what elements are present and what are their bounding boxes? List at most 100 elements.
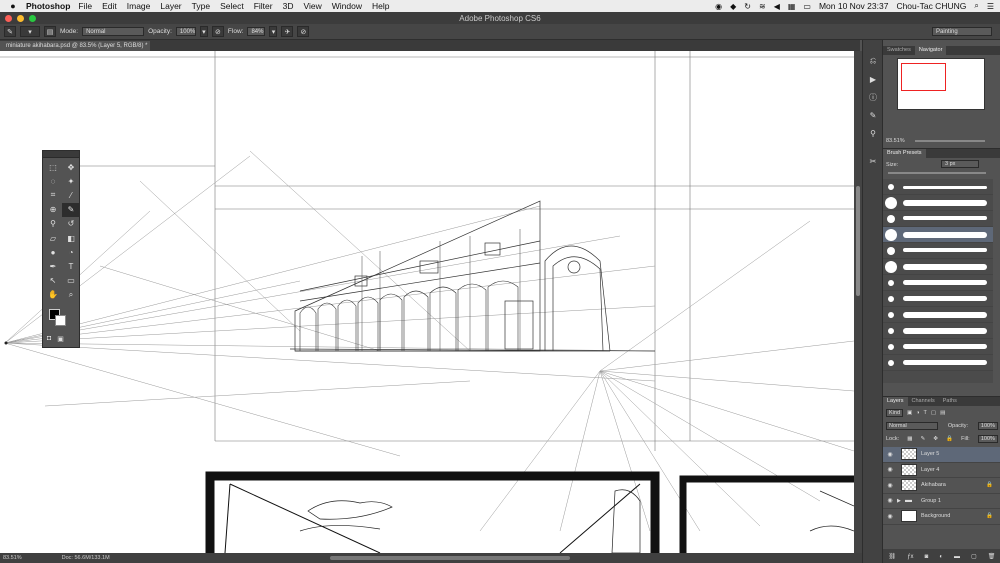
scrollbar-thumb[interactable] [856, 186, 860, 296]
horizontal-scrollbar[interactable] [330, 556, 570, 560]
brush-size-slider[interactable] [888, 172, 986, 174]
eraser-tool-icon[interactable]: ▱ [44, 231, 62, 245]
layer-row[interactable]: ◉ Layer 4 [883, 463, 1000, 478]
navigator-zoom[interactable]: 83.51% [886, 138, 905, 144]
tab-layers[interactable]: Layers [883, 397, 908, 406]
wifi-icon[interactable]: ≋ [759, 2, 766, 11]
flow-dropdown-icon[interactable]: ▾ [269, 26, 278, 37]
lock-paint-icon[interactable]: ✎ [921, 436, 926, 442]
layer-row[interactable]: ◉ Background 🔒 [883, 509, 1000, 525]
delete-layer-icon[interactable]: 🗑 [988, 553, 996, 560]
brush-panel-icon[interactable]: ✎ [863, 106, 883, 124]
pressure-opacity-icon[interactable]: ⊘ [211, 26, 224, 37]
filter-pixel-icon[interactable]: ▣ [907, 410, 912, 416]
new-group-icon[interactable]: ▬ [954, 554, 960, 560]
dropbox-icon[interactable]: ◆ [730, 2, 736, 11]
sync-icon[interactable]: ↻ [744, 2, 751, 11]
navigator-thumbnail[interactable] [897, 58, 985, 110]
menu-app-name[interactable]: Photoshop [26, 1, 70, 11]
type-tool-icon[interactable]: T [62, 259, 80, 273]
history-panel-icon[interactable]: ⎌ [863, 52, 883, 70]
creative-cloud-icon[interactable]: ◉ [715, 2, 722, 11]
layer-name[interactable]: Layer 4 [921, 467, 939, 473]
menu-help[interactable]: Help [372, 1, 389, 11]
filter-shape-icon[interactable]: ▢ [931, 410, 936, 416]
brush-preset[interactable] [883, 339, 993, 355]
actions-panel-icon[interactable]: ▶ [863, 70, 883, 88]
history-brush-tool-icon[interactable]: ↺ [62, 217, 80, 231]
menu-filter[interactable]: Filter [254, 1, 273, 11]
layer-name[interactable]: Akihabara [921, 482, 946, 488]
brush-preset[interactable] [883, 211, 993, 227]
workspace-select[interactable]: Painting [932, 27, 992, 36]
status-doc-size[interactable]: Doc: 56.6M/133.1M [62, 555, 110, 561]
brush-preset[interactable] [883, 323, 993, 339]
brush-picker-button[interactable]: ▾ [20, 26, 40, 37]
brush-preset-list[interactable] [883, 179, 993, 383]
hand-tool-icon[interactable]: ✋ [44, 288, 62, 302]
stamp-tool-icon[interactable]: ⚲ [44, 217, 62, 231]
brush-preset[interactable] [883, 195, 993, 211]
menu-type[interactable]: Type [192, 1, 210, 11]
filter-smart-icon[interactable]: ▤ [940, 410, 945, 416]
mode-select[interactable]: Normal [82, 27, 145, 36]
pen-tool-icon[interactable]: ✒ [44, 259, 62, 273]
tab-swatches[interactable]: Swatches [883, 46, 915, 55]
zoom-tool-icon[interactable]: ⌕ [62, 288, 80, 302]
menubar-clock[interactable]: Mon 10 Nov 23:37 [819, 1, 888, 11]
lock-position-icon[interactable]: ✥ [933, 436, 938, 442]
layer-name[interactable]: Layer 5 [921, 451, 939, 457]
menubar-user[interactable]: Chou-Tac CHUNG [896, 1, 966, 11]
link-layers-icon[interactable]: ⛓ [889, 553, 897, 560]
layer-opacity-field[interactable]: 100% [977, 422, 998, 430]
brush-size-field[interactable]: 3 px [941, 160, 979, 168]
layer-row[interactable]: ◉ Akihabara 🔒 [883, 478, 1000, 494]
brush-preset[interactable] [883, 259, 993, 275]
add-mask-icon[interactable]: ◙ [925, 554, 929, 560]
canvas[interactable] [0, 51, 854, 553]
clone-source-icon[interactable]: ⚲ [863, 124, 883, 142]
navigator-view-box[interactable] [901, 63, 946, 91]
tab-channels[interactable]: Channels [908, 397, 939, 406]
airbrush-icon[interactable]: ✈ [281, 26, 294, 37]
opacity-field[interactable]: 100% [175, 27, 196, 36]
layer-kind-filter[interactable]: Kind [886, 409, 904, 417]
tab-paths[interactable]: Paths [939, 397, 961, 406]
menu-file[interactable]: File [78, 1, 92, 11]
tab-brush-presets[interactable]: Brush Presets [883, 149, 926, 158]
brush-preset[interactable] [883, 275, 993, 291]
menu-image[interactable]: Image [127, 1, 151, 11]
expand-group-icon[interactable]: ▶ [897, 498, 905, 504]
menu-view[interactable]: View [303, 1, 321, 11]
vertical-scrollbar[interactable] [854, 51, 862, 553]
menu-layer[interactable]: Layer [160, 1, 181, 11]
brush-tool-icon[interactable]: ✎ [62, 202, 80, 217]
brush-preset[interactable] [883, 227, 993, 243]
filter-adjust-icon[interactable]: ◑ [916, 410, 919, 416]
quick-select-tool-icon[interactable]: ✦ [62, 174, 80, 188]
rectangle-tool-icon[interactable]: ▭ [62, 274, 80, 288]
notification-icon[interactable]: ☰ [987, 2, 994, 11]
background-color-swatch[interactable] [55, 315, 66, 326]
brush-preset[interactable] [883, 179, 993, 195]
flow-field[interactable]: 84% [247, 27, 266, 36]
new-layer-icon[interactable]: ▢ [971, 553, 977, 560]
layer-style-icon[interactable]: ƒx [907, 554, 913, 560]
lock-pixels-icon[interactable]: ▦ [907, 436, 912, 442]
opacity-dropdown-icon[interactable]: ▾ [199, 26, 208, 37]
brush-preset[interactable] [883, 307, 993, 323]
filter-type-icon[interactable]: T [924, 410, 927, 416]
status-zoom[interactable]: 83.51% [3, 555, 22, 561]
volume-icon[interactable]: ◀ [774, 2, 780, 11]
screen-mode-icon[interactable]: ▣ [57, 335, 64, 343]
marquee-tool-icon[interactable]: ⬚ [44, 160, 62, 174]
battery-icon[interactable]: ▭ [803, 2, 811, 11]
layer-name[interactable]: Group 1 [921, 498, 941, 504]
layer-blend-mode-select[interactable]: Normal [886, 422, 938, 430]
paint-bucket-tool-icon[interactable]: ◧ [62, 231, 80, 245]
tab-navigator[interactable]: Navigator [914, 46, 947, 55]
layer-row[interactable]: ◉ Layer 5 [883, 447, 1000, 463]
path-select-tool-icon[interactable]: ↖ [44, 274, 62, 288]
brush-preset[interactable] [883, 243, 993, 259]
eyedropper-tool-icon[interactable]: ⁄ [62, 188, 80, 202]
